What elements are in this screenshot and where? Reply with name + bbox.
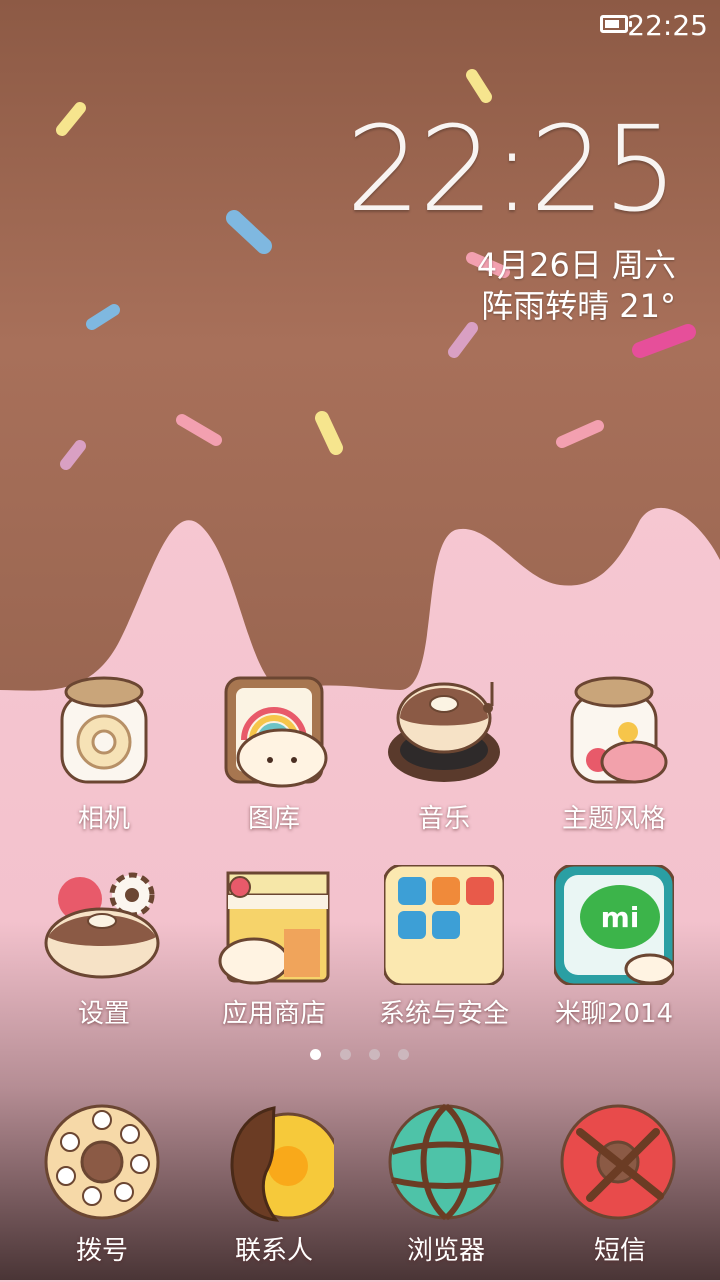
- clock-time[interactable]: 22:25: [346, 110, 678, 228]
- app-gallery[interactable]: 图库: [194, 670, 354, 850]
- app-mitalk[interactable]: mi 米聊2014: [534, 865, 694, 1045]
- weather-text[interactable]: 阵雨转晴 21°: [481, 281, 676, 327]
- themes-jar-icon: [570, 676, 668, 784]
- app-label: 相机: [77, 804, 130, 834]
- contacts-donut-icon: [230, 1106, 334, 1222]
- dock-dialer[interactable]: 拨号: [22, 1102, 182, 1282]
- svg-text:mi: mi: [601, 901, 640, 934]
- dock-label: 浏览器: [406, 1236, 485, 1266]
- app-label: 音乐: [417, 804, 470, 834]
- app-camera[interactable]: 相机: [24, 670, 184, 850]
- page-dot[interactable]: [398, 1049, 409, 1060]
- app-label: 设置: [77, 999, 130, 1029]
- dock-browser[interactable]: 浏览器: [366, 1102, 526, 1282]
- camera-jar-icon: [60, 676, 148, 784]
- app-music[interactable]: 音乐: [364, 670, 524, 850]
- messages-donut-icon: [560, 1104, 676, 1220]
- page-dot[interactable]: [369, 1049, 380, 1060]
- gallery-icon: [224, 676, 328, 788]
- dock-label: 联系人: [234, 1236, 313, 1266]
- music-icon: [388, 682, 500, 782]
- app-label: 应用商店: [221, 999, 326, 1029]
- browser-donut-icon: [388, 1103, 504, 1221]
- status-bar: 22:25: [0, 0, 720, 52]
- page-dot[interactable]: [310, 1049, 321, 1060]
- battery-icon: [600, 15, 632, 33]
- app-label: 米聊2014: [554, 999, 674, 1029]
- page-dot[interactable]: [340, 1049, 351, 1060]
- status-bar-time: 22:25: [627, 9, 708, 42]
- app-settings[interactable]: 设置: [24, 865, 184, 1045]
- app-label: 系统与安全: [378, 999, 509, 1029]
- app-appstore[interactable]: 应用商店: [194, 865, 354, 1045]
- app-system-folder[interactable]: 系统与安全: [364, 865, 524, 1045]
- settings-gear-icon: [44, 872, 160, 979]
- dock-label: 拨号: [75, 1236, 128, 1266]
- dock-label: 短信: [593, 1236, 646, 1266]
- app-label: 图库: [247, 804, 300, 834]
- app-themes[interactable]: 主题风格: [534, 670, 694, 850]
- mitalk-icon: mi: [554, 865, 674, 985]
- dialer-donut-icon: [44, 1104, 160, 1220]
- dock-contacts[interactable]: 联系人: [194, 1102, 354, 1282]
- clock-date[interactable]: 4月26日 周六: [477, 240, 676, 286]
- page-indicator: [310, 1049, 420, 1061]
- app-label: 主题风格: [561, 804, 666, 834]
- system-folder-icon: [384, 865, 504, 985]
- app-store-icon: [218, 871, 330, 985]
- dock-messages[interactable]: 短信: [540, 1102, 700, 1282]
